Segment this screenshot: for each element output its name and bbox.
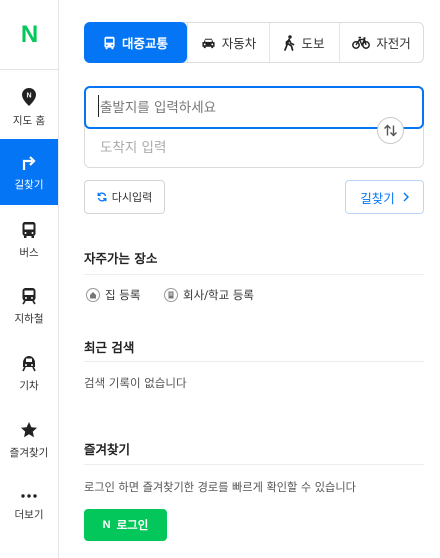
sidebar-item-map-home[interactable]: N 지도 홈: [0, 74, 58, 140]
sidebar-item-label: 버스: [19, 246, 39, 259]
star-icon: [21, 421, 37, 437]
sidebar-item-label: 더보기: [14, 508, 44, 521]
tab-walk[interactable]: 도보: [269, 23, 339, 62]
building-icon: [164, 288, 178, 302]
divider: [84, 464, 424, 465]
tab-label: 도보: [301, 36, 325, 51]
turn-right-arrow-icon: [22, 155, 36, 170]
reset-button[interactable]: 다시입력: [84, 180, 165, 214]
register-home-label: 집 등록: [105, 288, 141, 302]
sidebar-item-train[interactable]: 기차: [0, 340, 58, 406]
car-icon: [202, 38, 215, 48]
naver-n-icon: N: [102, 519, 111, 531]
find-route-label: 길찾기: [360, 190, 395, 206]
bus-icon: [104, 36, 115, 49]
recent-searches-title: 최근 검색: [84, 340, 135, 355]
text-caret: [98, 95, 99, 117]
map-pin-icon: N: [22, 87, 36, 106]
sidebar-item-label: 지도 홈: [12, 114, 46, 127]
register-work-label: 회사/학교 등록: [183, 288, 255, 302]
swap-button[interactable]: [377, 117, 404, 144]
login-label: 로그인: [116, 518, 149, 532]
register-work-link[interactable]: 회사/학교 등록: [164, 287, 254, 303]
swap-arrows-icon: [384, 124, 397, 137]
route-search-box: [84, 86, 424, 168]
more-dots-icon: [21, 493, 37, 498]
chevron-right-icon: [403, 192, 409, 202]
tab-label: 자전거: [376, 36, 411, 51]
naver-logo[interactable]: N: [0, 0, 58, 70]
tab-label: 대중교통: [121, 36, 168, 51]
transport-mode-tabs: 대중교통 자동차 도보 자전거: [84, 22, 424, 63]
train-icon: [22, 355, 36, 371]
home-icon: [86, 288, 100, 302]
start-input[interactable]: [84, 86, 424, 129]
refresh-icon: [97, 192, 107, 202]
recent-empty-message: 검색 기록이 없습니다: [84, 376, 187, 390]
tab-bicycle[interactable]: 자전거: [339, 23, 423, 62]
divider: [84, 361, 424, 362]
sidebar-item-label: 길찾기: [14, 178, 44, 191]
find-route-button[interactable]: 길찾기: [345, 180, 424, 214]
subway-icon: [22, 287, 36, 304]
sidebar-item-label: 지하철: [14, 312, 44, 325]
sidebar-item-bus[interactable]: 버스: [0, 207, 58, 273]
register-home-link[interactable]: 집 등록: [86, 287, 140, 303]
bus-icon: [22, 221, 36, 238]
walking-person-icon: [284, 34, 295, 51]
bicycle-icon: [352, 36, 371, 49]
sidebar-item-directions[interactable]: 길찾기: [0, 139, 58, 205]
logo-letter: N: [20, 20, 38, 48]
sidebar: N N 지도 홈 길찾기 버스 지하철 기차 즐겨찾기 더보기: [0, 0, 59, 558]
tab-public-transit[interactable]: 대중교통: [84, 22, 187, 63]
reset-label: 다시입력: [111, 191, 153, 204]
sidebar-item-label: 즐겨찾기: [9, 446, 49, 459]
divider: [84, 274, 424, 275]
login-button[interactable]: N 로그인: [84, 509, 167, 541]
frequent-places-title: 자주가는 장소: [84, 251, 158, 266]
svg-text:N: N: [26, 92, 31, 99]
tab-car[interactable]: 자동차: [187, 23, 269, 62]
favorites-title: 즐겨찾기: [84, 442, 131, 457]
sidebar-item-label: 기차: [19, 379, 39, 392]
sidebar-item-subway[interactable]: 지하철: [0, 273, 58, 339]
sidebar-item-more[interactable]: 더보기: [0, 473, 58, 539]
favorites-login-message: 로그인 하면 즐겨찾기한 경로를 빠르게 확인할 수 있습니다: [84, 481, 356, 494]
tab-label: 자동차: [221, 36, 257, 51]
destination-input[interactable]: [85, 129, 423, 167]
sidebar-item-favorites[interactable]: 즐겨찾기: [0, 407, 58, 473]
